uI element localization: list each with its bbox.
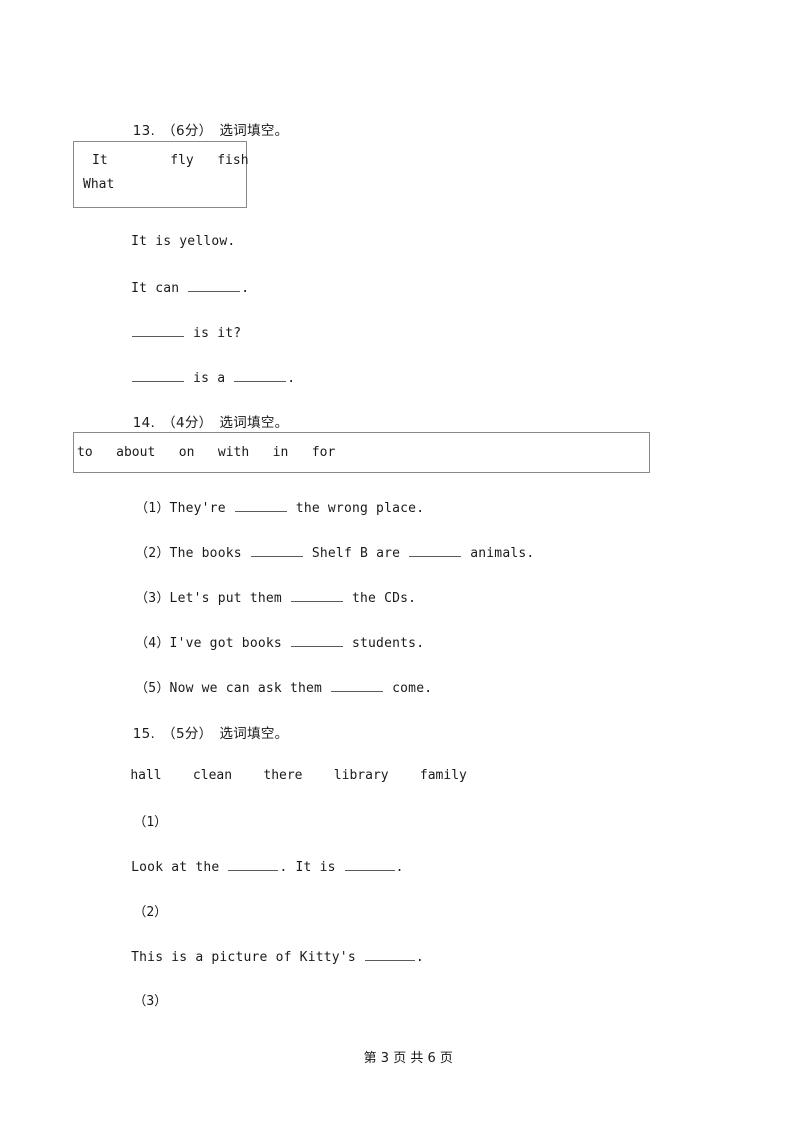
question-14-heading-text: 14. （4分） 选词填空。 <box>132 415 289 431</box>
line-suffix: . <box>287 371 296 386</box>
question-13-line-1: It is yellow. <box>99 219 235 264</box>
question-14-word-bank: to about on with in for <box>73 432 650 473</box>
word-bank-row-2: What <box>83 177 115 192</box>
item-mid: Shelf B are <box>303 546 409 561</box>
answer-blank[interactable] <box>290 589 343 602</box>
sentence-suffix: . <box>395 860 404 875</box>
word-bank-row-1: to about on with in for <box>77 445 336 460</box>
word-bank-row-1: It fly fish <box>92 153 249 168</box>
question-14-item-5: （5）Now we can ask them come. <box>103 662 432 711</box>
question-13-line-2: It can . <box>99 264 249 311</box>
question-15-heading: 15. （5分） 选词填空。 <box>99 706 288 758</box>
answer-blank[interactable] <box>331 679 384 692</box>
line-mid: is a <box>185 371 234 386</box>
answer-blank[interactable] <box>250 544 303 557</box>
question-15-heading-text: 15. （5分） 选词填空。 <box>132 726 289 742</box>
page-footer: 第 3 页 共 6 页 <box>0 1032 800 1081</box>
answer-blank[interactable] <box>364 948 415 961</box>
question-13-heading-text: 13. （6分） 选词填空。 <box>132 123 289 139</box>
line-text: It is yellow. <box>131 234 236 249</box>
item-label: （1） <box>133 815 168 830</box>
item-mid: students. <box>343 636 425 651</box>
question-14-item-3: （3）Let's put them the CDs. <box>103 572 416 621</box>
answer-blank[interactable] <box>409 544 462 557</box>
item-prefix: Now we can ask them <box>169 681 331 696</box>
word-list-text: hall clean there library family <box>130 768 467 783</box>
answer-blank[interactable] <box>132 324 185 337</box>
question-13-line-4: is a . <box>99 354 295 401</box>
item-prefix: I've got books <box>169 636 290 651</box>
answer-blank[interactable] <box>290 634 343 647</box>
answer-blank[interactable] <box>234 499 287 512</box>
answer-blank[interactable] <box>344 858 395 871</box>
question-15-word-list: hall clean there library family <box>99 753 467 798</box>
worksheet-page: 13. （6分） 选词填空。 It fly fish What It is ye… <box>0 0 800 1132</box>
question-15-item-1-label: （1） <box>102 796 167 845</box>
line-suffix: . <box>241 281 250 296</box>
question-15-item-2-label: （2） <box>102 886 167 935</box>
item-label: （3） <box>133 994 168 1009</box>
item-mid: the wrong place. <box>287 501 425 516</box>
page-number-text: 第 3 页 共 6 页 <box>363 1051 453 1066</box>
sentence-mid: . It is <box>279 860 344 875</box>
question-15-item-1-sentence: Look at the . It is . <box>99 843 404 890</box>
item-mid: come. <box>384 681 433 696</box>
item-label: （3） <box>135 591 170 606</box>
answer-blank[interactable] <box>132 369 185 382</box>
item-prefix: They're <box>169 501 234 516</box>
question-14-item-1: （1）They're the wrong place. <box>103 482 424 531</box>
sentence-prefix: This is a picture of Kitty's <box>131 950 364 965</box>
question-15-item-2-sentence: This is a picture of Kitty's . <box>99 933 424 980</box>
question-13-line-3: is it? <box>99 309 241 356</box>
question-14-item-2: （2）The books Shelf B are animals. <box>103 527 534 576</box>
item-label: （1） <box>135 501 170 516</box>
line-prefix: It can <box>131 281 188 296</box>
question-13-word-bank: It fly fish What <box>73 141 249 208</box>
line-mid: is it? <box>185 326 242 341</box>
item-prefix: The books <box>169 546 250 561</box>
question-14-item-4: （4）I've got books students. <box>103 617 424 666</box>
answer-blank[interactable] <box>188 279 241 292</box>
answer-blank[interactable] <box>228 858 279 871</box>
item-label: （2） <box>135 546 170 561</box>
sentence-prefix: Look at the <box>131 860 228 875</box>
item-mid: the CDs. <box>343 591 417 606</box>
sentence-mid: . <box>415 950 424 965</box>
item-prefix: Let's put them <box>169 591 290 606</box>
item-label: （2） <box>133 905 168 920</box>
item-label: （4） <box>135 636 170 651</box>
item-suffix: animals. <box>462 546 535 561</box>
answer-blank[interactable] <box>234 369 287 382</box>
item-label: （5） <box>135 681 170 696</box>
question-15-item-3-label: （3） <box>102 975 167 1024</box>
